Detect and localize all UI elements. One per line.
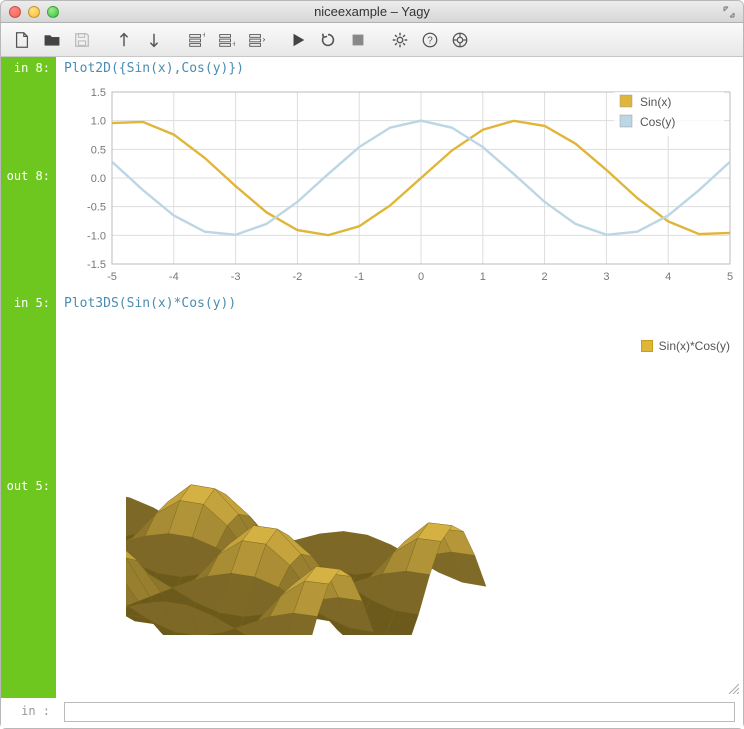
command-input[interactable] — [64, 702, 735, 722]
code-in-5[interactable]: Plot3DS(Sin(x)*Cos(y)) — [56, 292, 743, 315]
svg-text:-1: -1 — [354, 271, 364, 283]
plot3d-chart[interactable]: -5.00-4.00-3.00-2.00-1.000.001.002.003.0… — [126, 325, 686, 635]
svg-text:0.5: 0.5 — [91, 144, 106, 156]
open-file-button[interactable] — [39, 28, 65, 52]
svg-text:+: + — [202, 31, 205, 40]
svg-text:Sin(x): Sin(x) — [640, 95, 671, 109]
svg-text:-1.0: -1.0 — [87, 230, 106, 242]
delete-cell-button[interactable]: × — [243, 28, 269, 52]
svg-text:4: 4 — [665, 271, 671, 283]
input-bar: in : — [1, 698, 743, 728]
insert-below-button[interactable]: + — [213, 28, 239, 52]
titlebar: niceexample – Yagy — [1, 1, 743, 23]
new-file-button[interactable] — [9, 28, 35, 52]
close-window-button[interactable] — [9, 6, 21, 18]
move-down-button[interactable] — [141, 28, 167, 52]
svg-text:-3: -3 — [231, 271, 241, 283]
input-label: in : — [1, 698, 56, 728]
svg-text:0.0: 0.0 — [91, 173, 106, 185]
save-file-button[interactable] — [69, 28, 95, 52]
svg-text:1: 1 — [480, 271, 486, 283]
minimize-window-button[interactable] — [28, 6, 40, 18]
support-button[interactable] — [447, 28, 473, 52]
run-button[interactable] — [285, 28, 311, 52]
restart-button[interactable] — [315, 28, 341, 52]
window-title: niceexample – Yagy — [1, 4, 743, 19]
svg-text:3: 3 — [603, 271, 609, 283]
cell-in-8[interactable]: in 8: Plot2D({Sin(x),Cos(y)}) — [56, 57, 743, 80]
help-button[interactable]: ? — [417, 28, 443, 52]
svg-text:1.0: 1.0 — [91, 116, 106, 128]
svg-text:1.5: 1.5 — [91, 87, 106, 99]
cell-out-5: out 5: Sin(x)*Cos(y) -5.00-4.00-3.00-2.0… — [56, 315, 743, 655]
svg-text:Cos(y): Cos(y) — [640, 115, 675, 129]
cell-label-in-8: in 8: — [1, 57, 56, 79]
svg-text:-2: -2 — [293, 271, 303, 283]
window-controls — [9, 6, 59, 18]
svg-text:2: 2 — [542, 271, 548, 283]
svg-text:0: 0 — [418, 271, 424, 283]
svg-text:?: ? — [427, 35, 433, 46]
svg-text:5: 5 — [727, 271, 733, 283]
cell-label-in-5: in 5: — [1, 292, 56, 314]
move-up-button[interactable] — [111, 28, 137, 52]
insert-above-button[interactable]: + — [183, 28, 209, 52]
zoom-window-button[interactable] — [47, 6, 59, 18]
svg-text:+: + — [232, 39, 235, 49]
svg-text:×: × — [262, 35, 265, 44]
cell-in-5[interactable]: in 5: Plot3DS(Sin(x)*Cos(y)) — [56, 292, 743, 315]
toolbar: + + × ? — [1, 23, 743, 57]
plot2d-chart[interactable]: -5 -4 -3 -2 -1 0 1 2 3 4 5 -1.5 -1.0 -0.5 0.0 0.5 1.0 1.5… — [70, 86, 740, 286]
svg-text:-4: -4 — [169, 271, 179, 283]
notebook-content: in 8: Plot2D({Sin(x),Cos(y)}) out 8: -5-… — [1, 57, 743, 698]
gutter — [1, 57, 56, 698]
code-in-8[interactable]: Plot2D({Sin(x),Cos(y)}) — [56, 57, 743, 80]
cell-label-out-8: out 8: — [1, 165, 56, 187]
maximize-icon[interactable] — [723, 6, 735, 18]
settings-button[interactable] — [387, 28, 413, 52]
cell-label-out-5: out 5: — [1, 475, 56, 497]
svg-text:-0.5: -0.5 — [87, 202, 106, 214]
stop-button[interactable] — [345, 28, 371, 52]
svg-text:-1.5: -1.5 — [87, 259, 106, 271]
cell-out-8: out 8: -5-4-3-2-1012345-1.5-1.0-0.50.00.… — [56, 80, 743, 292]
svg-text:-5: -5 — [107, 271, 117, 283]
resize-grip-icon[interactable] — [727, 682, 739, 694]
